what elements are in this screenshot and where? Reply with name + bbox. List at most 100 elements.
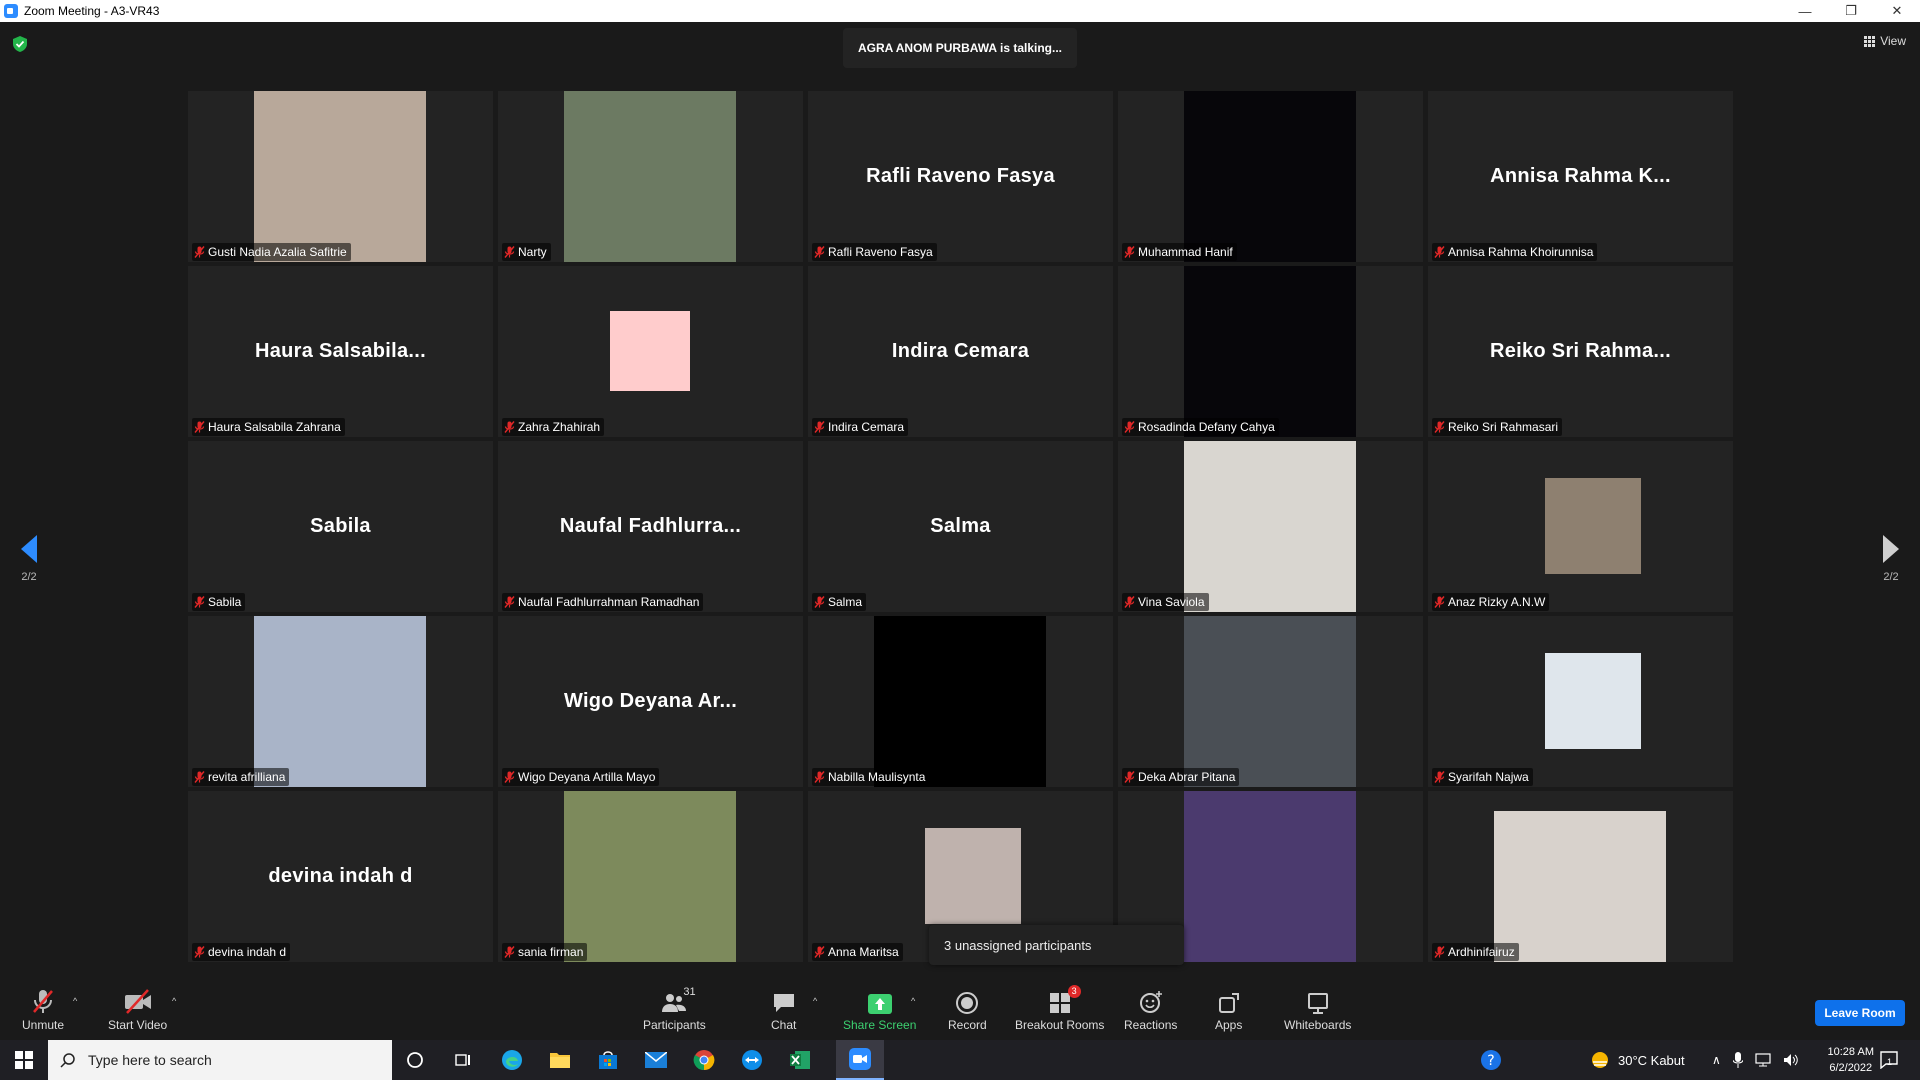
share-options-caret-icon[interactable]: ^ [911, 996, 915, 1006]
participant-tile[interactable]: Indira Cemara Indira Cemara [808, 266, 1113, 437]
arrow-right-icon [1883, 535, 1899, 563]
notification-center-icon[interactable]: 1 [1880, 1040, 1898, 1080]
participant-video [1184, 616, 1356, 787]
share-screen-button[interactable]: Share Screen [843, 988, 916, 1032]
whiteboard-icon [1307, 988, 1329, 1014]
whiteboards-button[interactable]: Whiteboards [1284, 988, 1351, 1032]
mic-muted-icon [1124, 596, 1135, 608]
notification-count: 1 [1887, 1057, 1893, 1067]
active-speaker-banner: AGRA ANOM PURBAWA is talking... [843, 28, 1077, 68]
breakout-rooms-icon: 3 [1049, 985, 1081, 1014]
help-icon[interactable]: ? [1480, 1040, 1502, 1080]
participant-name-label: Rafli Raveno Fasya [812, 243, 937, 261]
page-indicator: 2/2 [21, 571, 37, 583]
participant-tile[interactable]: Vina Saviola [1118, 441, 1423, 612]
participant-tile[interactable]: Syarifah Najwa [1428, 616, 1733, 787]
participant-tile[interactable]: Anaz Rizky A.N.W [1428, 441, 1733, 612]
participant-display-name: Indira Cemara [891, 340, 1030, 362]
search-icon [60, 1053, 75, 1068]
speaker-icon[interactable] [1783, 1053, 1799, 1067]
reactions-label: Reactions [1124, 1018, 1178, 1032]
mic-muted-icon [194, 946, 205, 958]
participant-display-name: devina indah d [268, 865, 413, 887]
edge-browser-icon[interactable] [488, 1040, 536, 1080]
taskbar-search[interactable]: Type here to search [48, 1040, 392, 1080]
close-button[interactable]: ✕ [1874, 0, 1920, 22]
task-view-icon[interactable] [439, 1040, 487, 1080]
participant-tile[interactable]: Reiko Sri Rahma... Reiko Sri Rahmasari [1428, 266, 1733, 437]
chrome-icon[interactable] [680, 1040, 728, 1080]
video-options-caret-icon[interactable]: ^ [172, 996, 176, 1006]
zoom-taskbar-icon[interactable] [836, 1040, 884, 1080]
record-icon [956, 988, 979, 1014]
system-tray: ∧ [1712, 1040, 1799, 1080]
participant-tile[interactable]: Sabila Sabila [188, 441, 493, 612]
weather-widget[interactable]: 30°C Kabut [1590, 1040, 1685, 1080]
leave-room-button[interactable]: Leave Room [1815, 1000, 1905, 1026]
participant-tile[interactable]: Rafli Raveno Fasya Rafli Raveno Fasya [808, 91, 1113, 262]
participant-name: Deka Abrar Pitana [1138, 770, 1236, 784]
page-indicator: 2/2 [1883, 571, 1899, 583]
file-explorer-icon[interactable] [536, 1040, 584, 1080]
participant-display-name: Rafli Raveno Fasya [866, 165, 1055, 187]
participant-name: Indira Cemara [828, 420, 905, 434]
network-icon[interactable] [1755, 1053, 1771, 1067]
chevron-up-icon[interactable]: ∧ [1712, 1053, 1721, 1067]
system-clock[interactable]: 10:28 AM 6/2/2022 [1828, 1044, 1874, 1076]
restore-button[interactable]: ❐ [1828, 0, 1874, 22]
reactions-button[interactable]: Reactions [1124, 988, 1177, 1032]
participant-tile[interactable]: Annisa Rahma K... Annisa Rahma Khoirunnis… [1428, 91, 1733, 262]
svg-text:?: ? [1487, 1053, 1494, 1069]
participant-tile[interactable]: Ardhinifairuz [1428, 791, 1733, 962]
previous-page-button[interactable]: 2/2 [14, 535, 44, 583]
participant-name: revita afrilliana [208, 770, 286, 784]
participant-gallery: Gusti Nadia Azalia Safitrie Narty Rafli Ra… [188, 91, 1733, 964]
participant-tile[interactable]: Wigo Deyana Ar... Wigo Deyana Artilla May… [498, 616, 803, 787]
participants-button[interactable]: 31 Participants [643, 986, 706, 1032]
participant-tile[interactable]: Narty [498, 91, 803, 262]
participants-count: 31 [683, 986, 696, 998]
mic-muted-icon [504, 246, 515, 258]
participant-tile[interactable]: Deka Abrar Pitana [1118, 616, 1423, 787]
participant-name-label: Anaz Rizky A.N.W [1432, 593, 1550, 611]
participant-display-name: Haura Salsabila... [254, 340, 427, 362]
excel-icon[interactable] [776, 1040, 824, 1080]
share-screen-icon [867, 988, 892, 1014]
participant-video [564, 91, 736, 262]
cortana-icon[interactable] [391, 1040, 439, 1080]
participant-tile[interactable]: Naufal Fadhlurra... Naufal Fadhlurrahman … [498, 441, 803, 612]
participant-tile[interactable]: Gusti Nadia Azalia Safitrie [188, 91, 493, 262]
audio-options-caret-icon[interactable]: ^ [73, 996, 77, 1006]
chat-button[interactable]: Chat [771, 988, 796, 1032]
participant-tile[interactable]: Haura Salsabila... Haura Salsabila Zahran… [188, 266, 493, 437]
teamviewer-icon[interactable] [728, 1040, 776, 1080]
windows-start-button[interactable] [0, 1040, 48, 1080]
security-shield-icon[interactable] [13, 36, 27, 52]
participant-tile[interactable]: Muhammad Hanif [1118, 91, 1423, 262]
next-page-button[interactable]: 2/2 [1876, 535, 1906, 583]
participant-tile[interactable]: Rosadinda Defany Cahya [1118, 266, 1423, 437]
participant-tile[interactable]: revita afrilliana [188, 616, 493, 787]
chat-options-caret-icon[interactable]: ^ [813, 996, 817, 1006]
view-button[interactable]: View [1864, 34, 1906, 48]
minimize-button[interactable]: — [1782, 0, 1828, 22]
mic-muted-icon [1434, 771, 1445, 783]
mail-icon[interactable] [632, 1040, 680, 1080]
store-icon[interactable] [584, 1040, 632, 1080]
start-video-button[interactable]: Start Video [108, 988, 167, 1032]
participant-tile[interactable]: Nabilla Maulisynta [808, 616, 1113, 787]
meeting-toolbar: Unmute ^ Start Video ^ 31 Participants C… [0, 980, 1920, 1040]
participant-name-label: Salma [812, 593, 867, 611]
record-button[interactable]: Record [948, 988, 987, 1032]
breakout-rooms-button[interactable]: 3 Breakout Rooms [1015, 985, 1104, 1032]
unmute-button[interactable]: Unmute [22, 988, 64, 1032]
participant-name-label: Wigo Deyana Artilla Mayo [502, 768, 660, 786]
participant-tile[interactable]: Salma Salma [808, 441, 1113, 612]
participant-video [254, 91, 426, 262]
participant-tile[interactable]: devina indah d devina indah d [188, 791, 493, 962]
participant-tile[interactable]: sania firman [498, 791, 803, 962]
participant-tile[interactable]: Zahra Zhahirah [498, 266, 803, 437]
apps-button[interactable]: Apps [1215, 988, 1242, 1032]
participant-name: Anna Maritsa [828, 945, 899, 959]
microphone-icon[interactable] [1732, 1052, 1743, 1068]
